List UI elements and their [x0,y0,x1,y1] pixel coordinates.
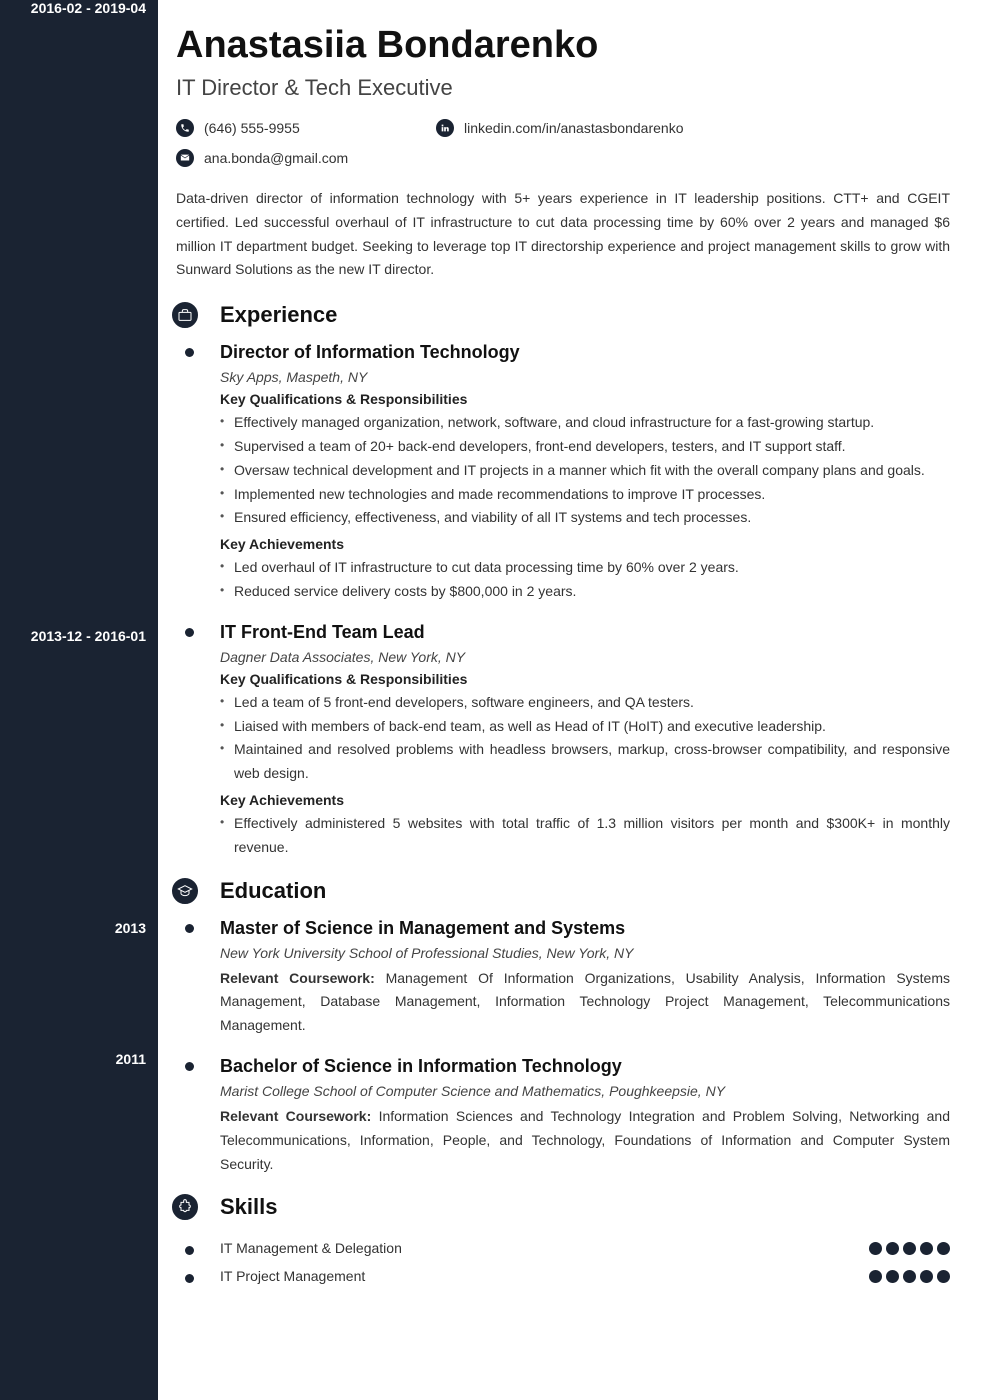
entry-title: IT Front-End Team Lead [220,622,950,643]
achievements-list: Effectively administered 5 websites with… [220,812,950,860]
education-entry: Bachelor of Science in Information Techn… [220,1056,950,1176]
sidebar: 2016-02 - 2019-04 2013-12 - 2016-01 2013… [0,0,158,1400]
contacts: (646) 555-9955 linkedin.com/in/anastasbo… [176,119,950,167]
list-item: Led overhaul of IT infrastructure to cut… [220,556,950,580]
experience-entry: Director of Information Technology Sky A… [220,342,950,604]
section-skills: Skills IT Management & Delegation IT Pro… [176,1194,950,1290]
entry-heading: Key Achievements [220,792,950,808]
date-edu-0: 2013 [115,920,146,936]
timeline-dot [185,1062,194,1071]
contact-linkedin: linkedin.com/in/anastasbondarenko [436,119,950,137]
entry-text: Relevant Coursework: Information Science… [220,1105,950,1176]
responsibilities-list: Effectively managed organization, networ… [220,411,950,530]
list-item: Ensured efficiency, effectiveness, and v… [220,506,950,530]
email-icon [176,149,194,167]
entry-heading: Key Achievements [220,536,950,552]
timeline-dot [185,628,194,637]
date-exp-0: 2016-02 - 2019-04 [31,0,146,16]
skill-rating [869,1270,950,1283]
skill-row: IT Project Management [220,1262,950,1290]
section-experience: Experience Director of Information Techn… [176,302,950,859]
skill-rating [869,1242,950,1255]
date-edu-1: 2011 [116,1051,146,1067]
skill-name: IT Management & Delegation [220,1240,402,1256]
education-title: Education [220,878,326,904]
contact-phone: (646) 555-9955 [176,119,426,137]
puzzle-icon [168,1190,202,1224]
email-text: ana.bonda@gmail.com [204,150,348,166]
list-item: Reduced service delivery costs by $800,0… [220,580,950,604]
linkedin-text: linkedin.com/in/anastasbondarenko [464,120,683,136]
experience-title: Experience [220,302,337,328]
list-item: Effectively managed organization, networ… [220,411,950,435]
date-exp-1: 2013-12 - 2016-01 [31,628,146,644]
education-entry: Master of Science in Management and Syst… [220,918,950,1038]
phone-icon [176,119,194,137]
phone-text: (646) 555-9955 [204,120,300,136]
resume-page: 2016-02 - 2019-04 2013-12 - 2016-01 2013… [0,0,990,1400]
section-education: Education Master of Science in Managemen… [176,878,950,1177]
briefcase-icon [168,298,202,332]
list-item: Maintained and resolved problems with he… [220,738,950,786]
entry-title: Bachelor of Science in Information Techn… [220,1056,950,1077]
list-item: Effectively administered 5 websites with… [220,812,950,860]
timeline-dot [185,1246,194,1255]
skills-title: Skills [220,1194,277,1220]
graduation-cap-icon [168,874,202,908]
list-item: Led a team of 5 front-end developers, so… [220,691,950,715]
entry-company: Sky Apps, Maspeth, NY [220,369,950,385]
contact-email: ana.bonda@gmail.com [176,149,426,167]
timeline-dot [185,348,194,357]
entry-title: Director of Information Technology [220,342,950,363]
entry-school: New York University School of Profession… [220,945,950,961]
timeline-dot [185,924,194,933]
job-title: IT Director & Tech Executive [176,75,950,101]
linkedin-icon [436,119,454,137]
list-item: Liaised with members of back-end team, a… [220,715,950,739]
main-content: Anastasiia Bondarenko IT Director & Tech… [158,0,990,1400]
entry-text: Relevant Coursework: Management Of Infor… [220,967,950,1038]
name-heading: Anastasiia Bondarenko [176,24,950,67]
list-item: Supervised a team of 20+ back-end develo… [220,435,950,459]
skill-name: IT Project Management [220,1268,365,1284]
entry-heading: Key Qualifications & Responsibilities [220,391,950,407]
entry-title: Master of Science in Management and Syst… [220,918,950,939]
entry-school: Marist College School of Computer Scienc… [220,1083,950,1099]
responsibilities-list: Led a team of 5 front-end developers, so… [220,691,950,786]
entry-company: Dagner Data Associates, New York, NY [220,649,950,665]
experience-entry: IT Front-End Team Lead Dagner Data Assoc… [220,622,950,860]
entry-heading: Key Qualifications & Responsibilities [220,671,950,687]
timeline-dot [185,1274,194,1283]
skill-row: IT Management & Delegation [220,1234,950,1262]
list-item: Implemented new technologies and made re… [220,483,950,507]
achievements-list: Led overhaul of IT infrastructure to cut… [220,556,950,604]
summary-text: Data-driven director of information tech… [176,187,950,282]
list-item: Oversaw technical development and IT pro… [220,459,950,483]
